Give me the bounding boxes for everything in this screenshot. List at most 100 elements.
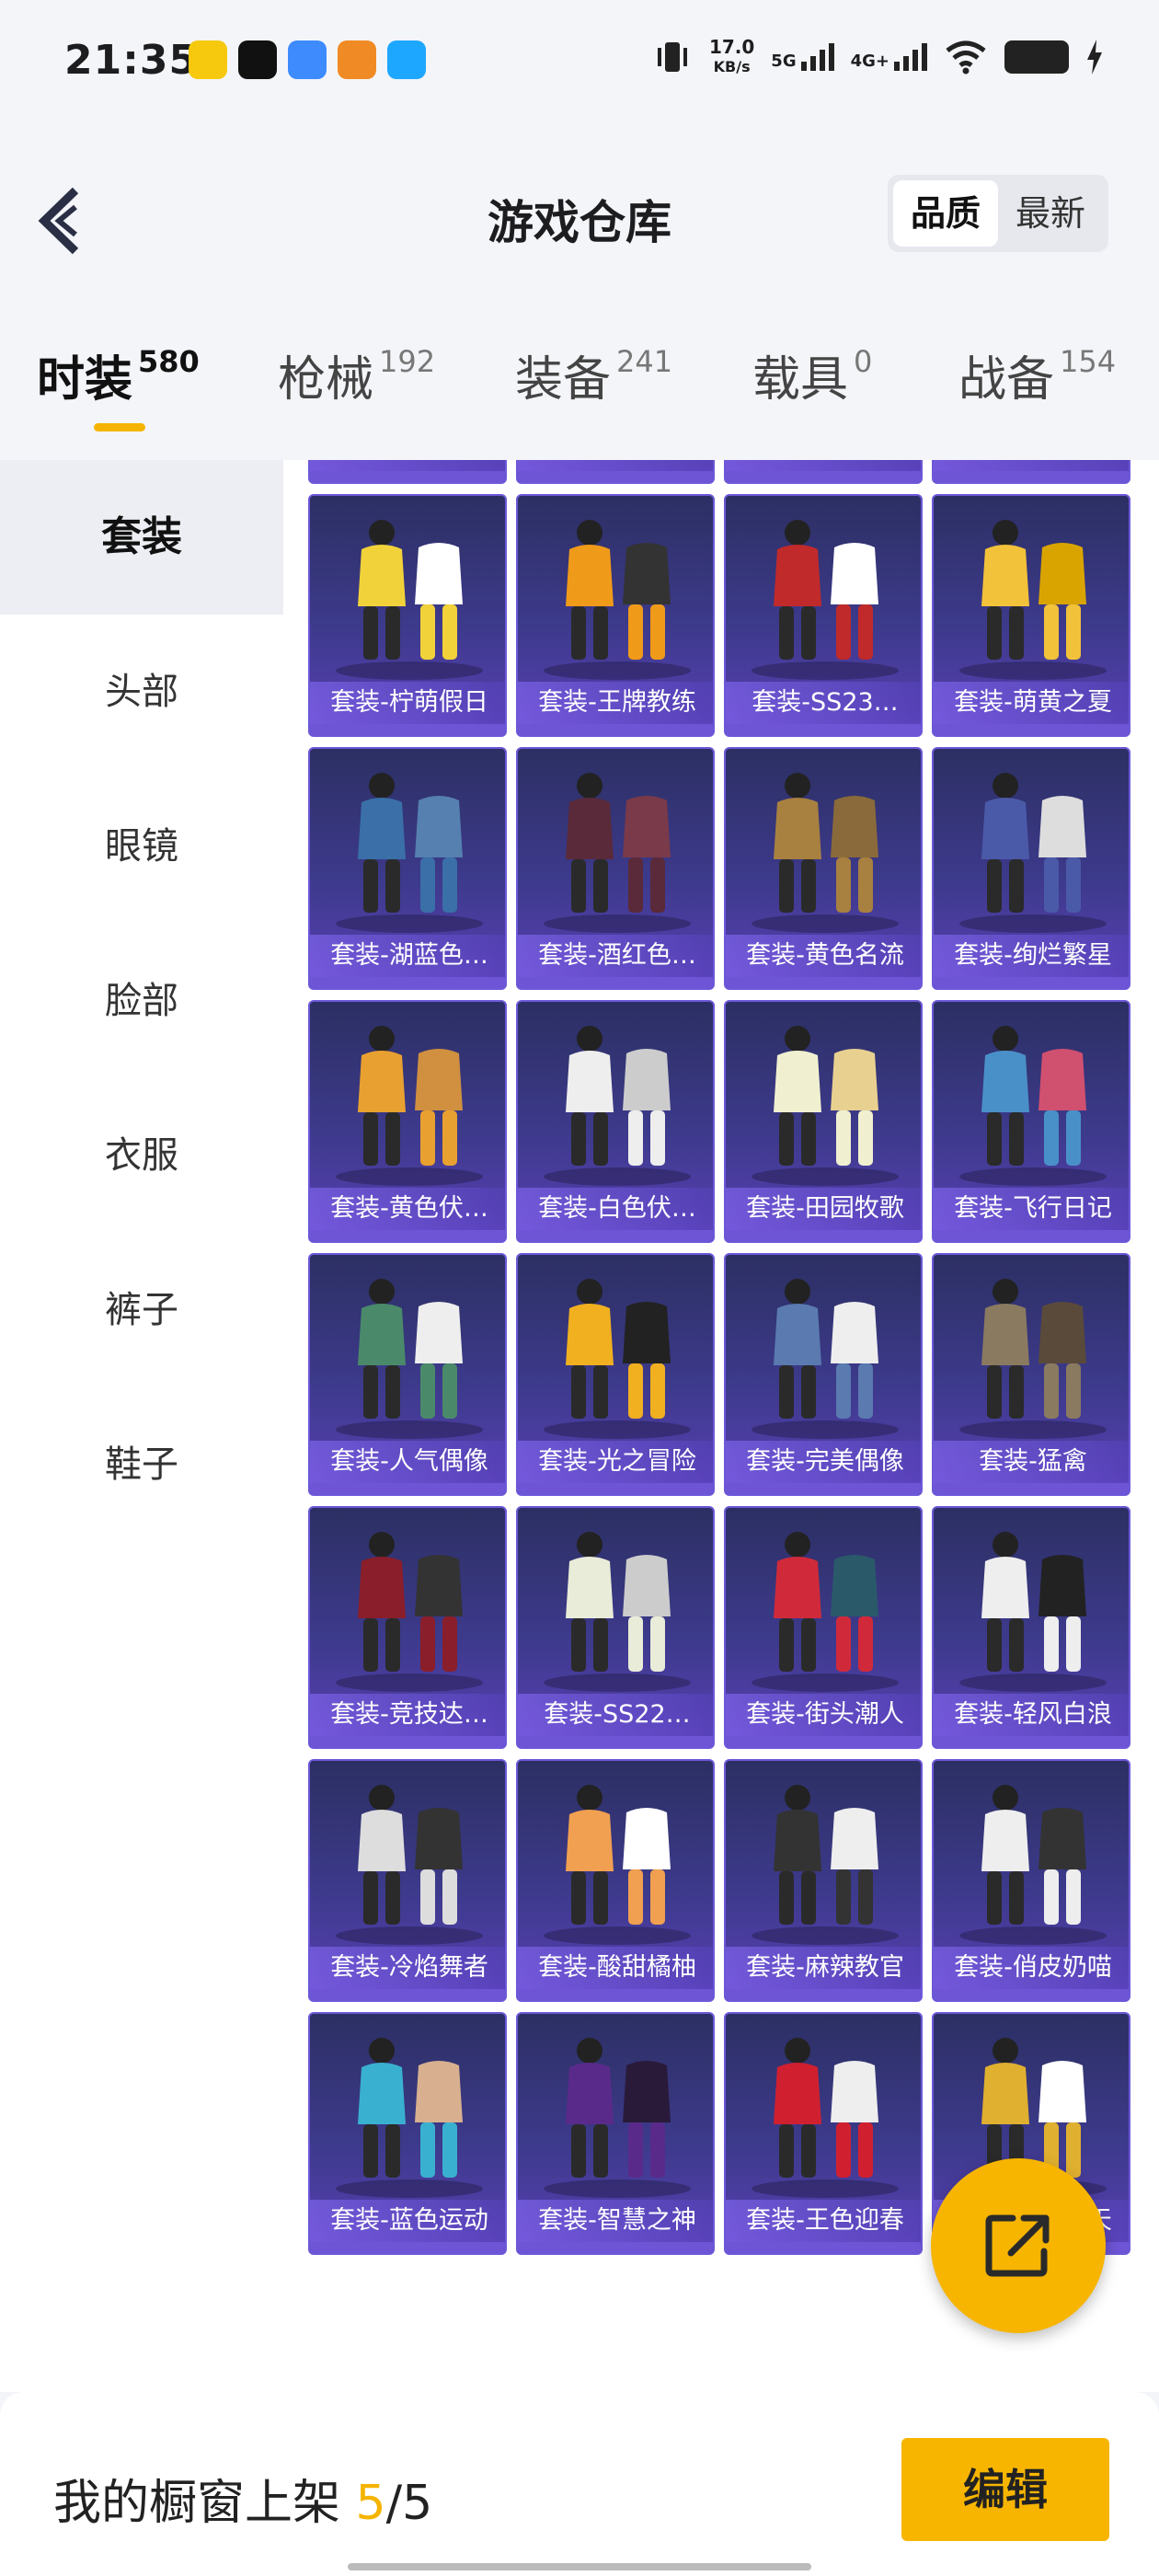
item-card[interactable]: 套装-人气偶像 bbox=[308, 1253, 507, 1496]
outfit-image bbox=[336, 520, 483, 680]
tab-equipment[interactable]: 装备 241 bbox=[515, 340, 672, 409]
sidebar-item-head[interactable]: 头部 bbox=[0, 615, 283, 769]
item-label: 套装-猎鹰 bbox=[934, 460, 1129, 471]
app-notification-icon bbox=[338, 40, 376, 79]
wifi-icon bbox=[946, 40, 986, 75]
rarity-stripe bbox=[518, 1989, 713, 2000]
signal-5g-icon: 5G bbox=[771, 43, 834, 71]
network-speed: 17.0 KB/s bbox=[708, 36, 755, 75]
rarity-stripe bbox=[518, 1483, 713, 1494]
rarity-stripe bbox=[934, 1483, 1129, 1494]
outfit-image bbox=[752, 1026, 899, 1186]
outfit-image bbox=[959, 1026, 1107, 1186]
sort-toggle: 品质 最新 bbox=[888, 175, 1108, 252]
item-card[interactable]: 套装-轻风白浪 bbox=[932, 1506, 1130, 1749]
item-card[interactable]: 套装-猛禽 bbox=[932, 1253, 1130, 1496]
item-card[interactable]: 套装-田园牧歌 bbox=[724, 1000, 923, 1243]
outfit-image bbox=[752, 2038, 899, 2198]
item-card[interactable]: 套装-街头潮人 bbox=[724, 1506, 923, 1749]
tiktok-icon bbox=[238, 40, 277, 79]
status-bar: 21:35 17.0 KB/s 5G 4G+ bbox=[0, 0, 1159, 129]
item-card[interactable]: 套装-萌黄之夏 bbox=[932, 494, 1130, 737]
sort-quality-button[interactable]: 品质 bbox=[893, 180, 998, 247]
battery-icon bbox=[1004, 40, 1069, 74]
rarity-stripe bbox=[310, 1230, 505, 1241]
item-card[interactable]: 套装-猎鹰 bbox=[932, 460, 1130, 484]
item-label: 套装-田园牧歌 bbox=[726, 1188, 921, 1230]
item-card[interactable]: 套装-橘黑制服 bbox=[724, 460, 923, 484]
item-label: 套装-绚烂繁星 bbox=[934, 935, 1129, 977]
item-label: 套装-猛禽 bbox=[934, 1441, 1129, 1483]
showcase-current-count: 5 bbox=[355, 2476, 386, 2531]
item-card[interactable]: 套装-蓝色运动 bbox=[308, 2012, 507, 2255]
rarity-stripe bbox=[310, 471, 505, 482]
outfit-image bbox=[959, 520, 1107, 680]
sidebar-item-shoes[interactable]: 鞋子 bbox=[0, 1387, 283, 1542]
rarity-stripe bbox=[934, 1989, 1129, 2000]
tab-fashion[interactable]: 时装 580 bbox=[37, 340, 200, 409]
outfit-image bbox=[752, 1532, 899, 1692]
sidebar-item-glasses[interactable]: 眼镜 bbox=[0, 769, 283, 924]
outfit-image bbox=[959, 1279, 1107, 1439]
item-card[interactable]: 套装-绚烂繁星 bbox=[932, 747, 1130, 990]
item-card[interactable]: 套装-极速红龙 bbox=[308, 460, 507, 484]
sidebar: 套装 头部 眼镜 脸部 衣服 裤子 鞋子 bbox=[0, 460, 283, 2392]
charging-icon bbox=[1087, 40, 1102, 75]
item-card[interactable]: 套装-冷焰舞者 bbox=[308, 1759, 507, 2002]
tab-combat-gear[interactable]: 战备 154 bbox=[958, 340, 1116, 409]
tab-guns[interactable]: 枪械 192 bbox=[278, 340, 435, 409]
sort-newest-button[interactable]: 最新 bbox=[998, 180, 1103, 247]
outfit-image bbox=[336, 2038, 483, 2198]
item-card[interactable]: 套装-竞技达… bbox=[308, 1506, 507, 1749]
outfit-image bbox=[544, 520, 691, 680]
showcase-status: 我的橱窗上架 5/5 bbox=[53, 2476, 433, 2531]
item-card[interactable]: 套装-王色迎春 bbox=[724, 2012, 923, 2255]
share-button[interactable] bbox=[931, 2158, 1106, 2333]
item-card[interactable]: 套装-麻辣教官 bbox=[724, 1759, 923, 2002]
sidebar-item-clothes[interactable]: 衣服 bbox=[0, 1078, 283, 1233]
tab-vehicles[interactable]: 载具 0 bbox=[752, 340, 872, 409]
item-label: 套装-野性战心 bbox=[518, 460, 713, 471]
edit-button[interactable]: 编辑 bbox=[901, 2438, 1109, 2541]
outfit-image bbox=[336, 1785, 483, 1945]
sidebar-item-pants[interactable]: 裤子 bbox=[0, 1233, 283, 1387]
item-card[interactable]: 套装-俏皮奶喵 bbox=[932, 1759, 1130, 2002]
item-card[interactable]: 套装-王牌教练 bbox=[516, 494, 715, 737]
item-card[interactable]: 套装-柠萌假日 bbox=[308, 494, 507, 737]
item-card[interactable]: 套装-飞行日记 bbox=[932, 1000, 1130, 1243]
item-card[interactable]: 套装-酸甜橘柚 bbox=[516, 1759, 715, 2002]
item-grid-viewport[interactable]: 套装-极速红龙 套装-野性战心 套装-橘黑制服 套装-猎鹰套装-柠萌假日套装-王牌教练… bbox=[283, 460, 1159, 2392]
outfit-image bbox=[544, 1279, 691, 1439]
item-card[interactable]: 套装-黄色伏… bbox=[308, 1000, 507, 1243]
active-tab-indicator bbox=[94, 423, 145, 431]
item-card[interactable]: 套装-智慧之神 bbox=[516, 2012, 715, 2255]
item-card[interactable]: 套装-白色伏… bbox=[516, 1000, 715, 1243]
item-label: 套装-街头潮人 bbox=[726, 1694, 921, 1736]
rarity-stripe bbox=[518, 2242, 713, 2253]
rarity-stripe bbox=[310, 2242, 505, 2253]
item-card[interactable]: 套装-光之冒险 bbox=[516, 1253, 715, 1496]
item-card[interactable]: 套装-酒红色… bbox=[516, 747, 715, 990]
item-card[interactable]: 套装-黄色名流 bbox=[724, 747, 923, 990]
item-card[interactable]: 套装-野性战心 bbox=[516, 460, 715, 484]
item-card[interactable]: 套装-SS23… bbox=[724, 494, 923, 737]
rarity-stripe bbox=[310, 1736, 505, 1747]
item-card[interactable]: 套装-湖蓝色… bbox=[308, 747, 507, 990]
rarity-stripe bbox=[726, 724, 921, 735]
rarity-stripe bbox=[310, 724, 505, 735]
item-label: 套装-智慧之神 bbox=[518, 2200, 713, 2242]
rarity-stripe bbox=[726, 1989, 921, 2000]
rarity-stripe bbox=[934, 1736, 1129, 1747]
item-label: 套装-光之冒险 bbox=[518, 1441, 713, 1483]
vibrate-icon bbox=[657, 42, 687, 72]
outfit-image bbox=[752, 1279, 899, 1439]
sidebar-item-face[interactable]: 脸部 bbox=[0, 924, 283, 1078]
rarity-stripe bbox=[518, 471, 713, 482]
item-card[interactable]: 套装-SS22… bbox=[516, 1506, 715, 1749]
item-label: 套装-王色迎春 bbox=[726, 2200, 921, 2242]
item-card[interactable]: 套装-完美偶像 bbox=[724, 1253, 923, 1496]
rarity-stripe bbox=[518, 1230, 713, 1241]
notification-icons bbox=[189, 40, 426, 79]
sidebar-item-suit[interactable]: 套装 bbox=[0, 460, 283, 615]
item-label: 套装-王牌教练 bbox=[518, 682, 713, 724]
